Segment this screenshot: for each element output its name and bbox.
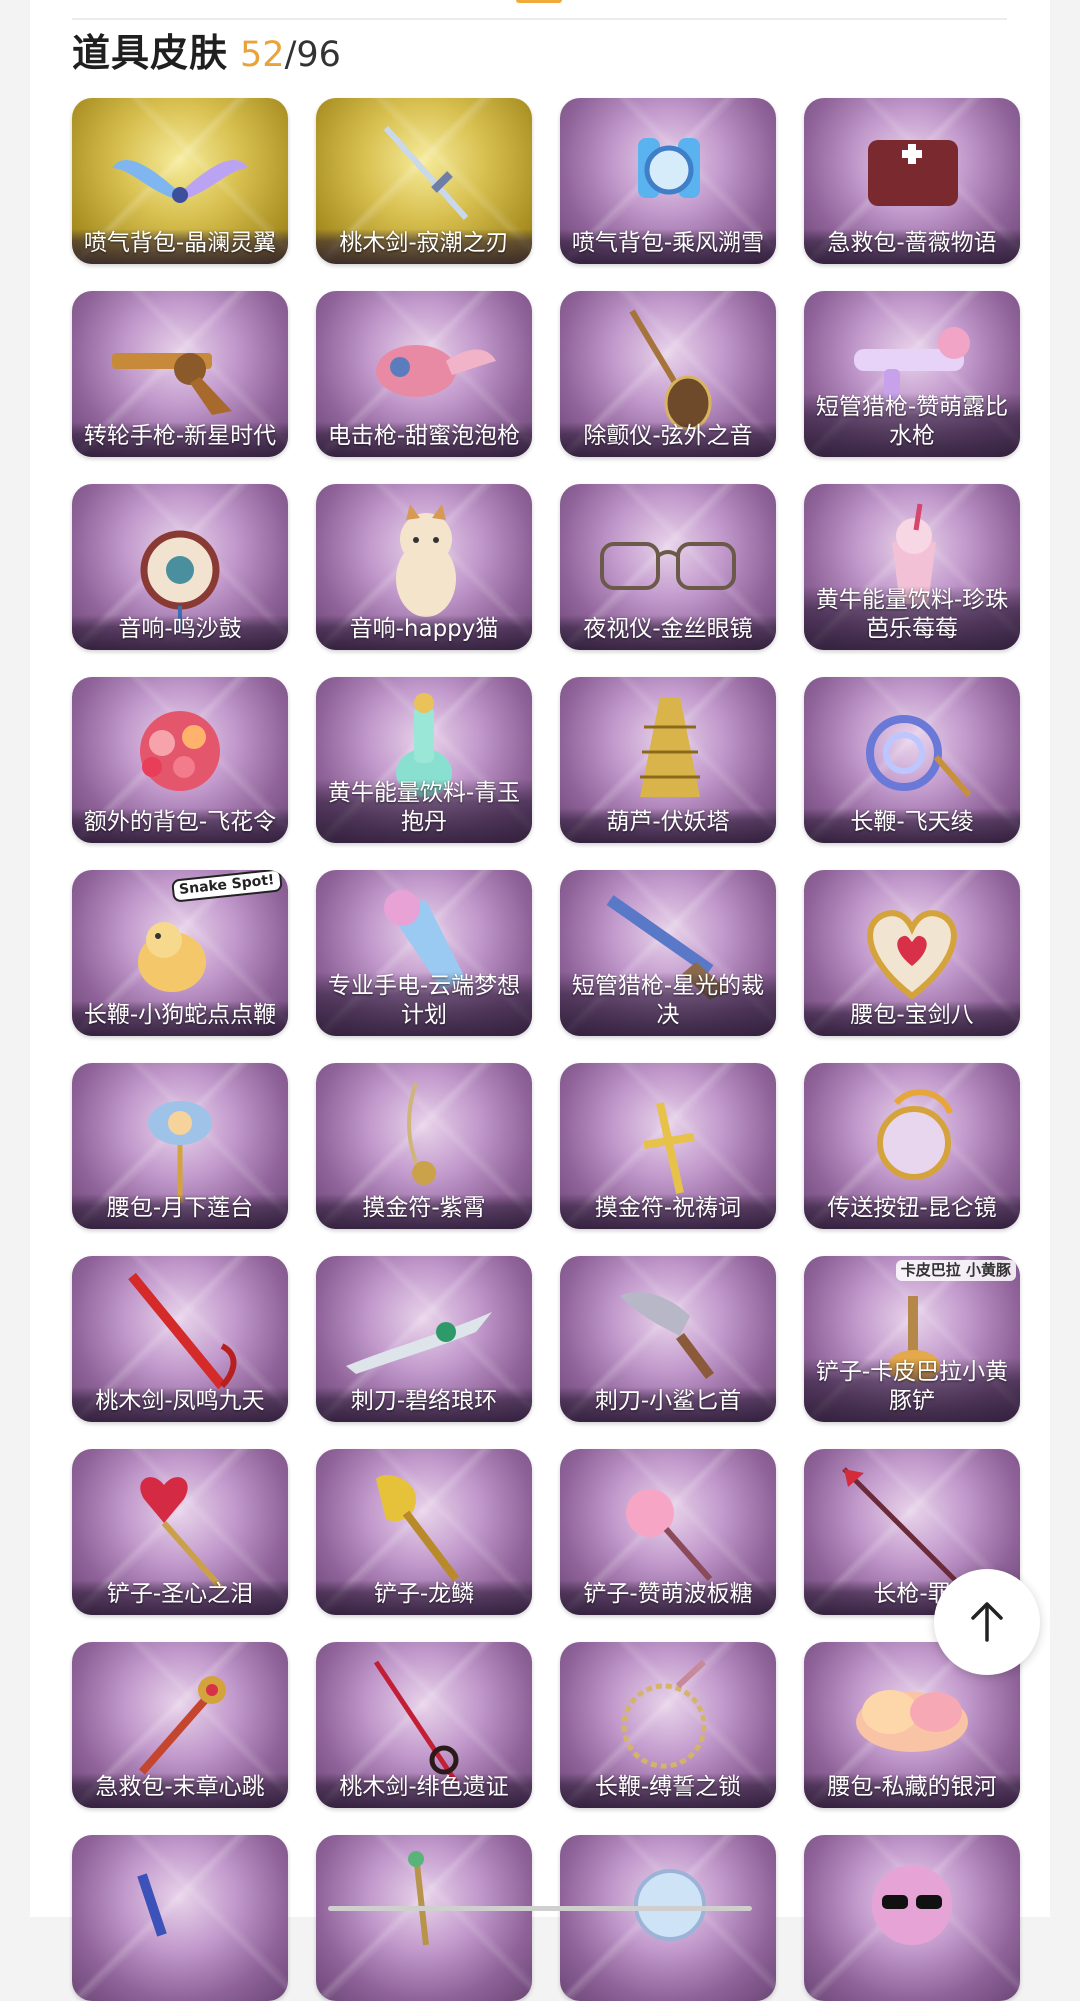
skin-card[interactable]: 除颤仪-弦外之音 — [560, 291, 776, 457]
wand-icon — [137, 1873, 167, 1937]
orb-icon — [634, 1869, 706, 1941]
skin-name: 喷气背包-晶澜灵翼 — [72, 229, 288, 264]
skin-card[interactable]: 摸金符-紫霄 — [316, 1063, 532, 1229]
skin-card[interactable]: 刺刀-碧络琅环 — [316, 1256, 532, 1422]
skin-card[interactable]: 传送按钮-昆仑镜 — [804, 1063, 1020, 1229]
scroll-to-top-button[interactable] — [934, 1569, 1040, 1675]
divider — [72, 18, 1007, 20]
staff-icon — [408, 1851, 429, 1946]
skin-card[interactable]: Snake Spot! 长鞭-小狗蛇点点鞭 — [72, 870, 288, 1036]
item-sticker: 卡皮巴拉 小黄豚 — [895, 1260, 1016, 1281]
skin-name: 刺刀-小鲨匕首 — [560, 1387, 776, 1422]
skin-card[interactable] — [804, 1835, 1020, 2001]
arrow-up-icon — [971, 1602, 1003, 1642]
skin-name: 传送按钮-昆仑镜 — [804, 1194, 1020, 1229]
skin-card[interactable]: 喷气背包-乘风溯雪 — [560, 98, 776, 264]
section-header: 道具皮肤 52/96 — [72, 22, 341, 78]
skin-card[interactable]: 长鞭-飞天绫 — [804, 677, 1020, 843]
skin-card[interactable]: 铲子-圣心之泪 — [72, 1449, 288, 1615]
skin-name: 刺刀-碧络琅环 — [316, 1387, 532, 1422]
skin-card[interactable]: 卡皮巴拉 小黄豚铲子-卡皮巴拉小黄豚铲 — [804, 1256, 1020, 1422]
skin-card[interactable]: 音响-鸣沙鼓 — [72, 484, 288, 650]
skin-card[interactable]: 葫芦-伏妖塔 — [560, 677, 776, 843]
total-count: 96 — [296, 35, 341, 75]
skin-card[interactable]: 桃木剑-寂潮之刃 — [316, 98, 532, 264]
skin-name: 短管猎枪-赞萌露比水枪 — [804, 393, 1020, 457]
skin-name: 急救包-末章心跳 — [72, 1773, 288, 1808]
section-title: 道具皮肤 — [72, 31, 229, 75]
skin-card[interactable]: 夜视仪-金丝眼镜 — [560, 484, 776, 650]
skin-card[interactable]: 黄牛能量饮料-青玉抱丹 — [316, 677, 532, 843]
skin-name: 夜视仪-金丝眼镜 — [560, 615, 776, 650]
skin-card[interactable]: 长鞭-缚誓之锁 — [560, 1642, 776, 1808]
skin-card[interactable]: 音响-happy猫 — [316, 484, 532, 650]
skin-card[interactable] — [316, 1835, 532, 2001]
home-indicator — [328, 1906, 752, 1911]
skin-card[interactable]: 短管猎枪-星光的裁决 — [560, 870, 776, 1036]
skin-card[interactable]: 铲子-龙鳞 — [316, 1449, 532, 1615]
skin-name: 腰包-宝剑八 — [804, 1001, 1020, 1036]
skin-card[interactable]: 急救包-末章心跳 — [72, 1642, 288, 1808]
skin-card[interactable]: 喷气背包-晶澜灵翼 — [72, 98, 288, 264]
skin-name: 长鞭-缚誓之锁 — [560, 1773, 776, 1808]
count-separator: / — [284, 35, 297, 75]
skin-card[interactable] — [560, 1835, 776, 2001]
skin-name: 葫芦-伏妖塔 — [560, 808, 776, 843]
skin-card[interactable]: 专业手电-云端梦想计划 — [316, 870, 532, 1036]
skin-card[interactable]: 电击枪-甜蜜泡泡枪 — [316, 291, 532, 457]
skin-name: 摸金符-紫霄 — [316, 1194, 532, 1229]
skin-name: 铲子-卡皮巴拉小黄豚铲 — [804, 1358, 1020, 1422]
skin-name: 桃木剑-绯色遗证 — [316, 1773, 532, 1808]
skin-name: 黄牛能量饮料-珍珠芭乐莓莓 — [804, 586, 1020, 650]
skin-card[interactable]: 腰包-月下莲台 — [72, 1063, 288, 1229]
skin-grid: 喷气背包-晶澜灵翼 桃木剑-寂潮之刃 喷气背包-乘风溯雪 急救包-蔷薇物语转轮手枪-新… — [72, 98, 1020, 2001]
skin-name: 长鞭-小狗蛇点点鞭 — [72, 1001, 288, 1036]
skin-name: 急救包-蔷薇物语 — [804, 229, 1020, 264]
skin-card[interactable]: 急救包-蔷薇物语 — [804, 98, 1020, 264]
skin-card[interactable]: 铲子-赞萌波板糖 — [560, 1449, 776, 1615]
skin-card[interactable]: 短管猎枪-赞萌露比水枪 — [804, 291, 1020, 457]
skin-name: 喷气背包-乘风溯雪 — [560, 229, 776, 264]
skin-name: 专业手电-云端梦想计划 — [316, 972, 532, 1036]
skin-name: 铲子-圣心之泪 — [72, 1580, 288, 1615]
collection-count: 52/96 — [240, 35, 341, 75]
skin-name: 长鞭-飞天绫 — [804, 808, 1020, 843]
skin-card[interactable]: 转轮手枪-新星时代 — [72, 291, 288, 457]
tab-indicator — [516, 0, 562, 3]
skin-name: 铲子-赞萌波板糖 — [560, 1580, 776, 1615]
skin-card[interactable]: 额外的背包-飞花令 — [72, 677, 288, 843]
skin-card[interactable]: 桃木剑-绯色遗证 — [316, 1642, 532, 1808]
skin-name: 除颤仪-弦外之音 — [560, 422, 776, 457]
skin-name: 桃木剑-寂潮之刃 — [316, 229, 532, 264]
skin-name: 黄牛能量饮料-青玉抱丹 — [316, 779, 532, 843]
skin-card[interactable]: 摸金符-祝祷词 — [560, 1063, 776, 1229]
skin-name: 电击枪-甜蜜泡泡枪 — [316, 422, 532, 457]
skin-name: 转轮手枪-新星时代 — [72, 422, 288, 457]
skin-name: 铲子-龙鳞 — [316, 1580, 532, 1615]
skin-name: 额外的背包-飞花令 — [72, 808, 288, 843]
skin-name: 短管猎枪-星光的裁决 — [560, 972, 776, 1036]
skin-name: 腰包-私藏的银河 — [804, 1773, 1020, 1808]
skin-name: 摸金符-祝祷词 — [560, 1194, 776, 1229]
skin-card[interactable]: 桃木剑-凤鸣九天 — [72, 1256, 288, 1422]
skin-card[interactable]: 黄牛能量饮料-珍珠芭乐莓莓 — [804, 484, 1020, 650]
skin-card[interactable] — [72, 1835, 288, 2001]
skin-name: 桃木剑-凤鸣九天 — [72, 1387, 288, 1422]
skin-name: 腰包-月下莲台 — [72, 1194, 288, 1229]
skin-card[interactable]: 腰包-宝剑八 — [804, 870, 1020, 1036]
skin-card[interactable]: 刺刀-小鲨匕首 — [560, 1256, 776, 1422]
skin-name: 音响-鸣沙鼓 — [72, 615, 288, 650]
sunglasses-cat-icon — [872, 1865, 952, 1945]
owned-count: 52 — [240, 35, 285, 75]
skin-name: 音响-happy猫 — [316, 615, 532, 650]
